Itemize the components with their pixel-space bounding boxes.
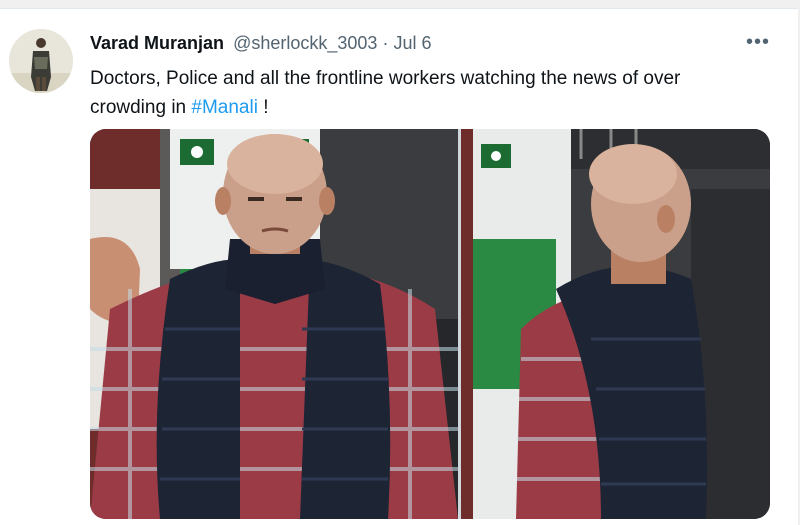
tweet-text-end: !	[257, 97, 269, 118]
tweet-header: Varad Muranjan @sherlockk_3003 · Jul 6	[90, 33, 431, 54]
tweet-text: Doctors, Police and all the frontline wo…	[90, 64, 750, 122]
tweet-text-body: Doctors, Police and all the frontline wo…	[90, 68, 681, 118]
separator-dot: ·	[382, 33, 389, 53]
tweet-date[interactable]: Jul 6	[393, 33, 431, 53]
more-horizontal-icon[interactable]: •••	[746, 31, 770, 54]
avatar[interactable]	[9, 29, 73, 93]
hashtag-link[interactable]: #Manali	[191, 97, 258, 118]
media-photo-right[interactable]	[461, 129, 770, 519]
tweet-media[interactable]	[90, 129, 770, 519]
tweet-card[interactable]: Varad Muranjan @sherlockk_3003 · Jul 6 •…	[0, 8, 798, 525]
media-photo-left[interactable]	[90, 129, 458, 519]
author-handle[interactable]: @sherlockk_3003	[233, 33, 377, 53]
author-name[interactable]: Varad Muranjan	[90, 33, 224, 53]
